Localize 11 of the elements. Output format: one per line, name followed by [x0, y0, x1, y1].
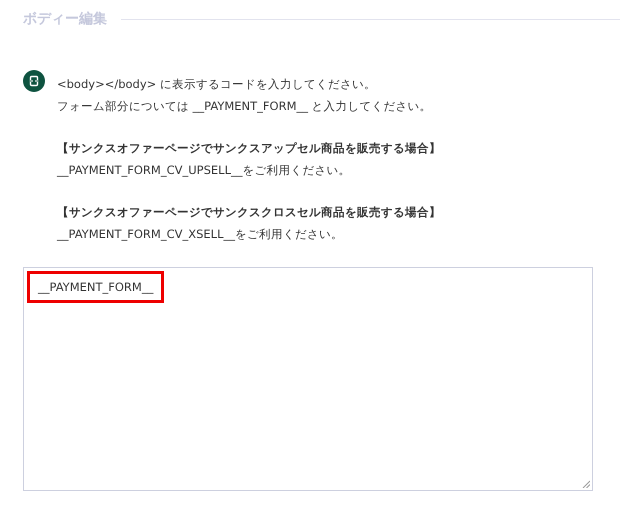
code-field[interactable]: __PAYMENT_FORM__ — [23, 267, 593, 491]
info-heading: 【サンクスオファーページでサンクスクロスセル商品を販売する場合】 — [57, 204, 441, 221]
info-heading: 【サンクスオファーページでサンクスアップセル商品を販売する場合】 — [57, 140, 441, 157]
info-text: __PAYMENT_FORM_CV_XSELL__をご利用ください。 — [57, 226, 344, 243]
info-text: <body></body> に表示するコードを入力してください。 — [57, 76, 377, 93]
resize-handle-icon[interactable] — [582, 480, 590, 488]
code-text: __PAYMENT_FORM__ — [27, 271, 164, 303]
info-text: フォーム部分については __PAYMENT_FORM__ と入力してください。 — [57, 98, 433, 115]
code-icon — [23, 70, 45, 92]
info-text: __PAYMENT_FORM_CV_UPSELL__をご利用ください。 — [57, 162, 352, 179]
section-title: ボディー編集 — [23, 10, 107, 28]
